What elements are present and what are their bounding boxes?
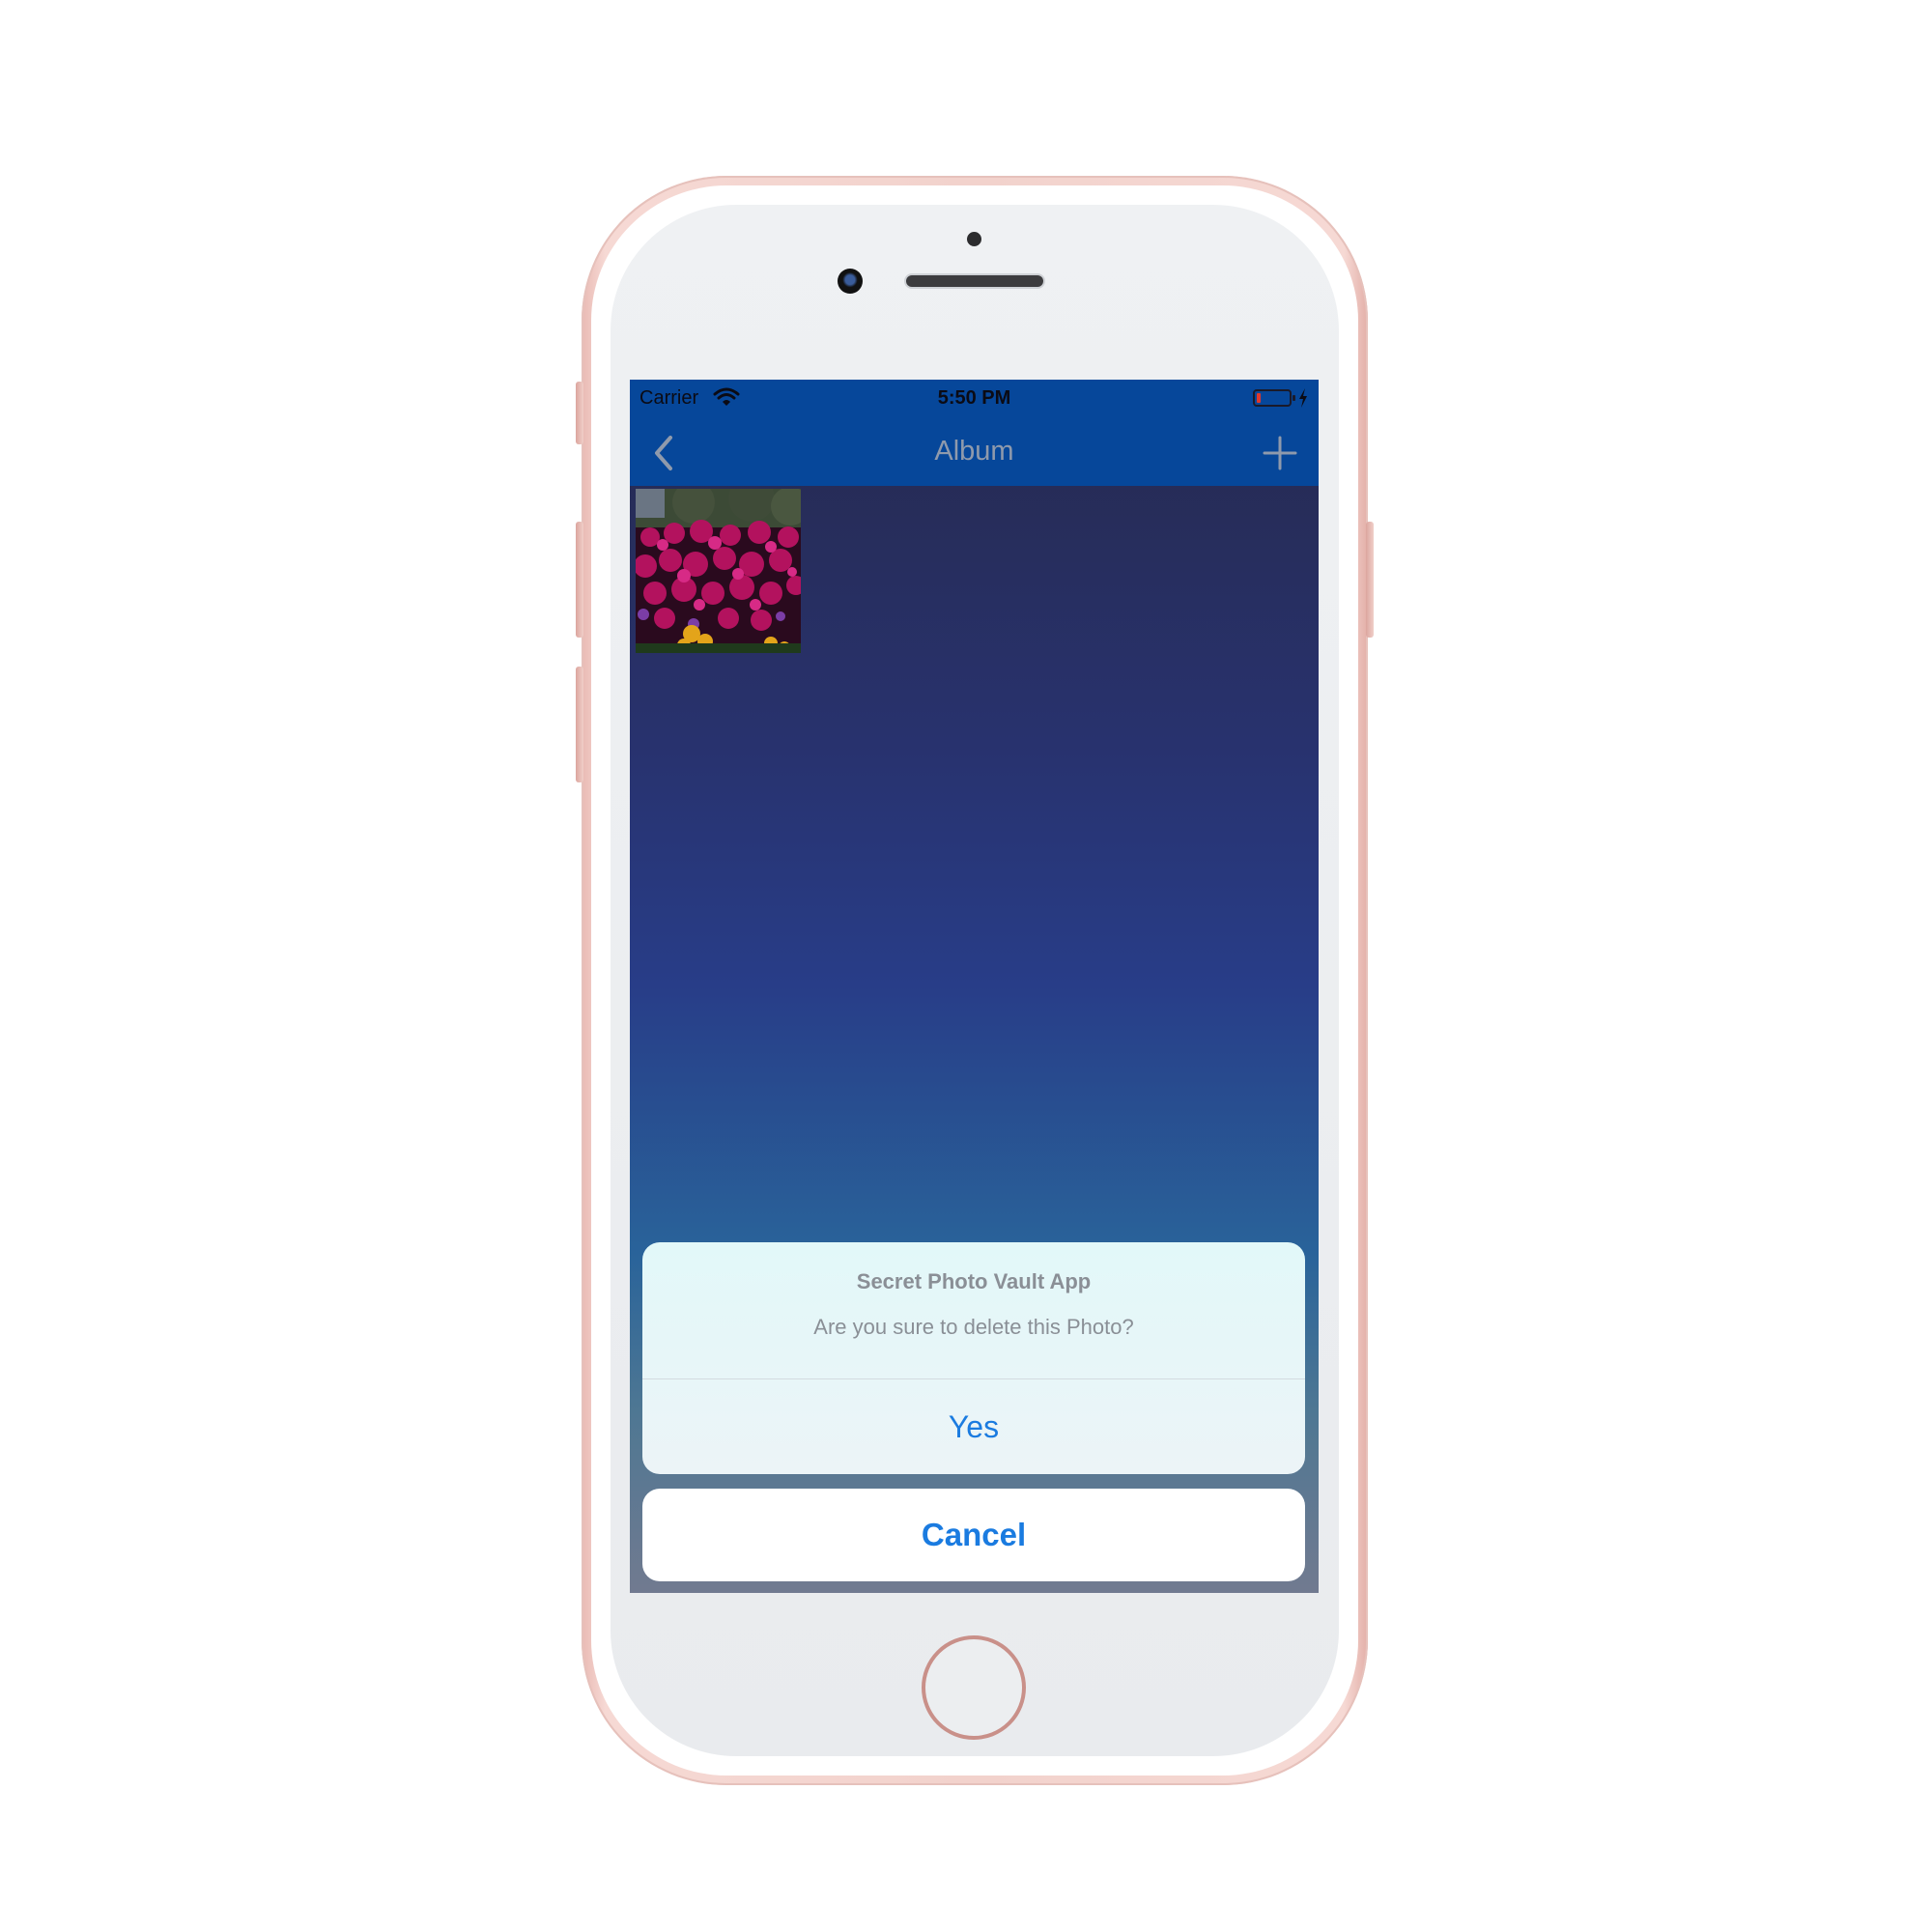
volume-up-button: [576, 522, 583, 638]
sheet-title: Secret Photo Vault App: [856, 1269, 1092, 1293]
album-photo-thumbnail[interactable]: [636, 489, 801, 653]
sheet-message: Are you sure to delete this Photo?: [813, 1315, 1134, 1339]
app-screen: Carrier 5:50 PM Album Secret Photo Vault…: [630, 380, 1319, 1593]
power-button: [1366, 522, 1374, 638]
plus-icon[interactable]: [1261, 434, 1299, 472]
home-button[interactable]: [922, 1635, 1026, 1740]
navigation-bar: Album: [630, 418, 1319, 486]
proximity-sensor: [967, 232, 981, 246]
battery-icon: [1253, 389, 1295, 407]
page-title: Album: [934, 436, 1014, 467]
earpiece-speaker: [906, 275, 1043, 287]
delete-confirmation-sheet: Secret Photo Vault App Are you sure to d…: [642, 1242, 1305, 1474]
front-camera-icon: [838, 269, 863, 294]
volume-down-button: [576, 667, 583, 782]
clock: 5:50 PM: [937, 387, 1011, 409]
mute-switch: [576, 382, 583, 444]
charging-bolt-icon: [1299, 388, 1307, 408]
cancel-button[interactable]: Cancel: [642, 1489, 1305, 1581]
status-bar: Carrier 5:50 PM: [630, 380, 1319, 418]
confirm-delete-button[interactable]: Yes: [642, 1379, 1305, 1474]
